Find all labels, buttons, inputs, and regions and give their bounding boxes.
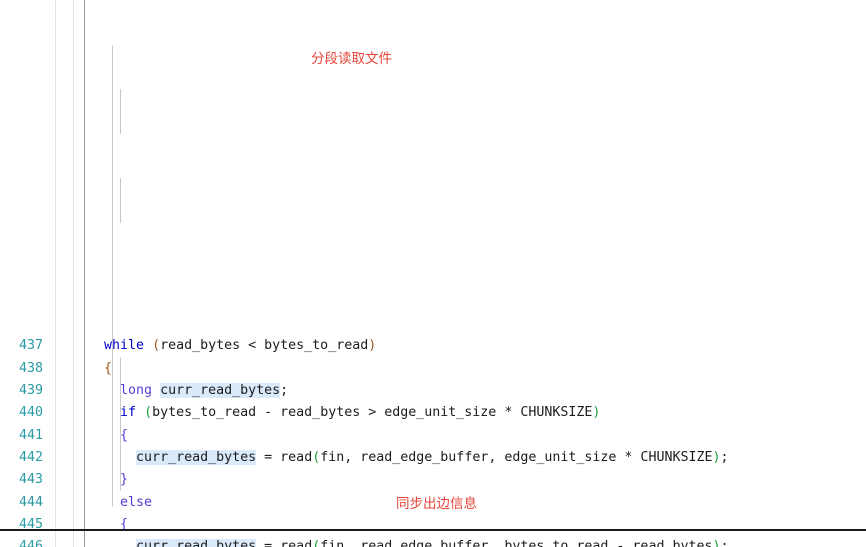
code-token: if xyxy=(120,405,137,421)
code-line[interactable]: 441 { xyxy=(0,425,866,447)
code-line[interactable]: 446 curr_read_bytes = read(fin, read_edg… xyxy=(0,536,866,547)
line-content[interactable]: { xyxy=(88,425,128,447)
code-token: fin, read_edge_buffer, edge_unit_size * … xyxy=(320,449,713,465)
code-line[interactable]: 438 { xyxy=(0,358,866,380)
line-content[interactable]: else xyxy=(88,492,152,514)
line-content[interactable]: if (bytes_to_read - read_bytes > edge_un… xyxy=(88,402,600,424)
line-number[interactable]: 437 xyxy=(0,335,43,357)
line-number[interactable]: 445 xyxy=(0,514,43,536)
line-content[interactable]: { xyxy=(88,514,128,536)
line-number[interactable]: 440 xyxy=(0,402,43,424)
code-token: ( xyxy=(144,405,153,421)
line-content[interactable]: } xyxy=(88,469,128,491)
annotation-read-file-in-chunks: 分段读取文件 xyxy=(311,51,392,67)
code-line[interactable]: 437 while (read_bytes < bytes_to_read) xyxy=(0,335,866,357)
line-number[interactable]: 438 xyxy=(0,358,43,380)
code-token: { xyxy=(120,427,129,443)
line-number[interactable]: 446 xyxy=(0,536,43,547)
code-token: ) xyxy=(368,338,377,354)
code-token: } xyxy=(120,472,129,488)
code-token: curr_read_bytes xyxy=(136,449,257,465)
line-content[interactable]: curr_read_bytes = read(fin, read_edge_bu… xyxy=(88,447,729,469)
code-token: read xyxy=(280,539,313,547)
annotation-sync-out-edge-info: 同步出边信息 xyxy=(396,496,477,512)
code-token: read xyxy=(280,449,313,465)
code-line[interactable]: 439 long curr_read_bytes; xyxy=(0,380,866,402)
code-token: ; xyxy=(720,539,729,547)
window-bottom-border xyxy=(0,529,866,531)
code-line[interactable]: 443 } xyxy=(0,469,866,491)
code-editor[interactable]: 437 while (read_bytes < bytes_to_read) 43… xyxy=(0,0,866,547)
code-token: = xyxy=(256,449,281,465)
line-number[interactable]: 442 xyxy=(0,447,43,469)
code-line[interactable]: 440 if (bytes_to_read - read_bytes > edg… xyxy=(0,402,866,424)
code-token: ( xyxy=(152,338,161,354)
code-token: curr_read_bytes xyxy=(160,382,281,398)
code-line[interactable]: 445 { xyxy=(0,514,866,536)
line-content[interactable]: curr_read_bytes = read(fin, read_edge_bu… xyxy=(88,536,729,547)
code-token: ; xyxy=(720,449,729,465)
code-token: ; xyxy=(280,382,289,398)
line-number[interactable]: 443 xyxy=(0,469,43,491)
code-token: long xyxy=(120,382,153,398)
code-token: while xyxy=(104,338,145,354)
code-token: ) xyxy=(712,539,721,547)
indent-guide-level-2b xyxy=(120,178,121,223)
line-content[interactable]: long curr_read_bytes; xyxy=(88,380,288,402)
code-line[interactable]: 442 curr_read_bytes = read(fin, read_edg… xyxy=(0,447,866,469)
line-content[interactable]: { xyxy=(88,358,112,380)
indent-guide-level-2a xyxy=(120,89,121,134)
code-token: curr_read_bytes xyxy=(136,539,257,547)
line-number[interactable]: 441 xyxy=(0,425,43,447)
code-token: = xyxy=(256,539,281,547)
code-token: ) xyxy=(712,449,721,465)
line-number[interactable]: 444 xyxy=(0,492,43,514)
code-token: else xyxy=(120,494,153,510)
code-token: { xyxy=(104,360,113,376)
code-token: fin, read_edge_buffer, bytes_to_read - r… xyxy=(320,539,713,547)
code-token: read_bytes < bytes_to_read xyxy=(160,338,369,354)
code-editor-viewport[interactable]: 437 while (read_bytes < bytes_to_read) 43… xyxy=(0,0,866,547)
code-token: ) xyxy=(592,405,601,421)
line-content[interactable]: while (read_bytes < bytes_to_read) xyxy=(88,335,376,357)
code-token: bytes_to_read - read_bytes > edge_unit_s… xyxy=(152,405,593,421)
line-number[interactable]: 439 xyxy=(0,380,43,402)
